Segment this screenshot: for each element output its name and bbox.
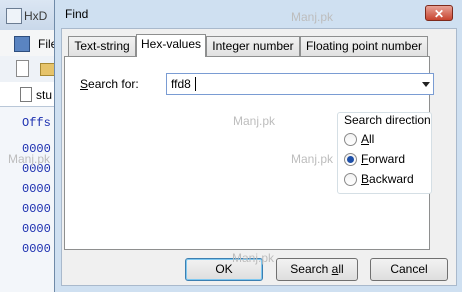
search-all-button[interactable]: Search all [276, 258, 358, 281]
search-label-text: earch for: [88, 77, 139, 91]
radio-forward-circle[interactable] [344, 153, 357, 166]
text-caret [195, 77, 196, 91]
offset-row: 0000 [22, 242, 51, 256]
radio-selected-dot [347, 156, 354, 163]
watermark: Manj.pk [291, 152, 334, 166]
watermark: Manj.pk [233, 114, 276, 128]
search-direction-title: Search direction [344, 113, 431, 127]
search-input-value[interactable]: ffd8 [171, 77, 191, 91]
search-all-text: Search [290, 262, 332, 276]
watermark: Manj.pk [291, 10, 334, 24]
offset-row: 0000 [22, 182, 51, 196]
offset-row: 0000 [22, 202, 51, 216]
radio-forward-label[interactable]: Forward [361, 152, 405, 166]
file-tab[interactable]: stu [36, 88, 52, 102]
search-for-label: Search for: [80, 77, 139, 91]
radio-forward-text: orward [368, 152, 406, 166]
radio-all-circle[interactable] [344, 133, 357, 146]
tab-text-string[interactable]: Text-string [68, 36, 136, 56]
hxd-app-icon [6, 8, 22, 24]
dialog-title: Find [65, 7, 89, 21]
new-file-icon[interactable] [16, 60, 29, 77]
chevron-down-icon[interactable] [422, 82, 430, 87]
search-all-rest: ll [338, 262, 344, 276]
tab-floating-point-number[interactable]: Floating point number [300, 36, 428, 56]
close-button[interactable]: ✕ [425, 5, 453, 21]
radio-backward-circle[interactable] [344, 173, 357, 186]
radio-backward-text: ackward [369, 172, 414, 186]
search-input[interactable]: ffd8 [166, 73, 434, 95]
radio-backward-mnemonic: B [361, 172, 370, 186]
radio-all-text: ll [369, 132, 375, 146]
file-tab-icon [20, 87, 32, 102]
offset-row: 0000 [22, 222, 51, 236]
offset-column-header: Offs [22, 116, 51, 130]
radio-backward-label[interactable]: Backward [361, 172, 414, 186]
watermark: Manj.pk [232, 251, 275, 265]
watermark: Manj.pk [8, 152, 51, 166]
background-app-title: HxD [24, 9, 48, 23]
file-menu-icon [14, 36, 30, 52]
cancel-button[interactable]: Cancel [370, 258, 448, 281]
search-label-mnemonic: S [80, 77, 89, 91]
tab-hex-values[interactable]: Hex-values [136, 34, 206, 57]
radio-all-mnemonic: A [361, 132, 370, 146]
tab-integer-number[interactable]: Integer number [206, 36, 300, 56]
radio-all-label[interactable]: All [361, 132, 374, 146]
